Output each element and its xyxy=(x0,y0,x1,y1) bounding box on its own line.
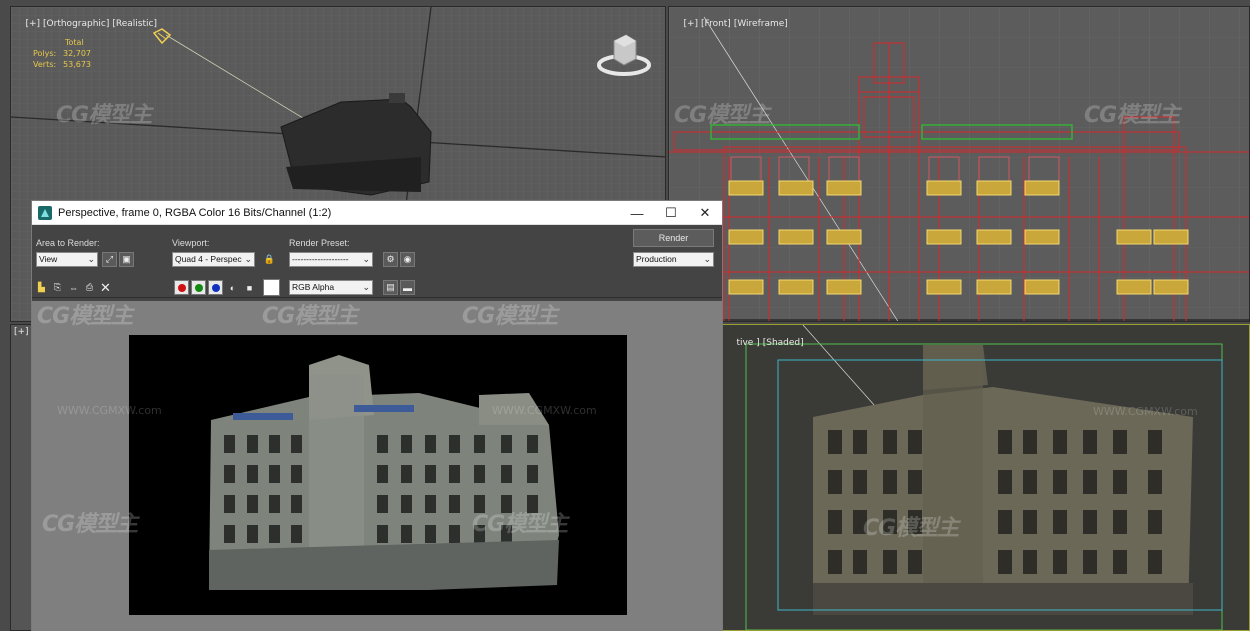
red-channel-toggle[interactable] xyxy=(174,280,189,295)
blue-channel-toggle[interactable] xyxy=(208,280,223,295)
copy-image-icon[interactable]: ⎘ xyxy=(50,280,65,295)
toolbar-divider xyxy=(32,297,722,298)
viewport-label-bottom-right[interactable]: tive ] [Shaded] xyxy=(725,328,807,358)
viewcube-icon[interactable] xyxy=(596,29,652,84)
green-channel-toggle[interactable] xyxy=(191,280,206,295)
minimize-button[interactable]: — xyxy=(620,201,654,225)
render-preset-label: Render Preset: xyxy=(289,238,350,248)
color-swatch[interactable] xyxy=(263,279,280,296)
viewport-label-top-right[interactable]: [+] [Front] [Wireframe] xyxy=(672,9,791,39)
3dsmax-app-icon xyxy=(38,205,52,220)
viewport-label: Viewport: xyxy=(172,238,210,248)
viewport-dropdown[interactable]: Quad 4 - Perspec ⌄ xyxy=(172,252,255,267)
chevron-down-icon: ⌄ xyxy=(362,254,370,264)
toggle-ui-icon[interactable]: ▬ xyxy=(400,280,415,295)
viewport-bottom-right[interactable]: tive ][Shaded] CG模型主 WWW.CGMXW.com xyxy=(722,324,1250,631)
scene-stats: Total Polys: 32,707 Verts: 53,673 xyxy=(33,37,91,70)
clone-frame-icon[interactable]: ⇔ xyxy=(66,280,81,295)
chevron-down-icon: ⌄ xyxy=(87,254,95,264)
auto-region-button[interactable]: ▣ xyxy=(119,252,134,267)
verts-value: 53,673 xyxy=(63,60,91,69)
chevron-down-icon: ⌄ xyxy=(703,254,711,264)
monochrome-icon[interactable]: ■ xyxy=(242,280,257,295)
watermark-logo: CG模型主 xyxy=(42,512,138,537)
rendered-frame-window[interactable]: Perspective, frame 0, RGBA Color 16 Bits… xyxy=(31,200,723,631)
close-button[interactable]: ✕ xyxy=(688,201,722,225)
render-canvas[interactable]: CG模型主 CG模型主 CG模型主 CG模型主 CG模型主 WWW.CGMXW.… xyxy=(32,301,722,631)
display-channel-dropdown[interactable]: RGB Alpha ⌄ xyxy=(289,280,373,295)
watermark-logo: CG模型主 xyxy=(262,304,358,329)
polys-label: Polys: xyxy=(33,49,57,58)
production-dropdown[interactable]: Production ⌄ xyxy=(633,252,714,267)
print-image-icon[interactable]: ⎙ xyxy=(82,280,97,295)
stats-header: Total xyxy=(65,38,84,47)
render-button[interactable]: Render xyxy=(633,229,714,247)
watermark-logo: CG模型主 xyxy=(37,304,133,329)
area-to-render-dropdown[interactable]: View ⌄ xyxy=(36,252,98,267)
rendered-building-image xyxy=(129,335,627,615)
save-image-icon[interactable]: ▙ xyxy=(34,280,49,295)
maximize-button[interactable]: ☐ xyxy=(654,201,688,225)
render-toolbar: Area to Render: View ⌄ ⤢ ▣ Viewport: Quad… xyxy=(32,225,722,301)
lock-viewport-icon[interactable]: 🔒 xyxy=(262,252,277,267)
render-preset-dropdown[interactable]: -------------------- ⌄ xyxy=(289,252,373,267)
window-titlebar[interactable]: Perspective, frame 0, RGBA Color 16 Bits… xyxy=(32,201,722,225)
edit-region-button[interactable]: ⤢ xyxy=(102,252,117,267)
alpha-channel-icon[interactable]: ◐ xyxy=(225,280,240,295)
environment-button[interactable]: ◉ xyxy=(400,252,415,267)
render-setup-button[interactable]: ⚙ xyxy=(383,252,398,267)
polys-value: 32,707 xyxy=(63,49,91,58)
shaded-building-view xyxy=(723,325,1249,630)
wireframe-front-view xyxy=(669,7,1249,321)
viewport-label-bottom-left[interactable]: [+] xyxy=(14,327,32,337)
chevron-down-icon: ⌄ xyxy=(244,254,252,264)
verts-label: Verts: xyxy=(33,60,57,69)
clear-image-icon[interactable]: ✕ xyxy=(98,280,113,295)
area-to-render-label: Area to Render: xyxy=(36,238,100,248)
toggle-ui-overlay-icon[interactable]: ▤ xyxy=(383,280,398,295)
chevron-down-icon: ⌄ xyxy=(362,282,370,292)
watermark-logo: CG模型主 xyxy=(462,304,558,329)
window-title: Perspective, frame 0, RGBA Color 16 Bits… xyxy=(58,206,332,219)
viewport-top-right[interactable]: [+] [Front] [Wireframe] CG模型主 CG模型主 xyxy=(668,6,1250,322)
viewport-label-top-left[interactable]: [+] [Orthographic] [Realistic] xyxy=(14,9,160,39)
